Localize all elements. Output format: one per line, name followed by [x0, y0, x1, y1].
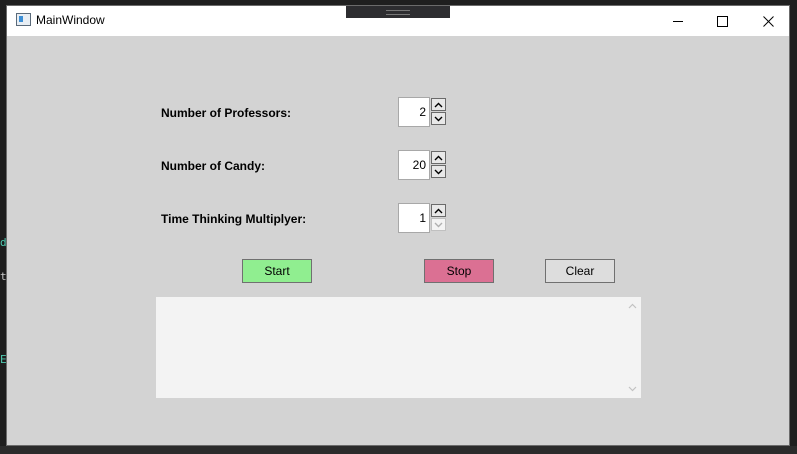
- main-window: MainWindow Number of Professors: 2 Numbe…: [6, 5, 790, 446]
- candy-stepper: 20: [398, 150, 448, 180]
- candy-decrement-button[interactable]: [431, 165, 446, 178]
- multiplier-increment-button[interactable]: [431, 204, 446, 217]
- scroll-up-icon[interactable]: [628, 303, 637, 309]
- candy-input[interactable]: 20: [398, 150, 430, 180]
- candy-label: Number of Candy:: [161, 159, 266, 173]
- scroll-down-icon[interactable]: [628, 386, 637, 392]
- clear-button[interactable]: Clear: [545, 259, 615, 283]
- stop-button[interactable]: Stop: [424, 259, 494, 283]
- chevron-down-icon: [434, 169, 443, 174]
- minimize-button[interactable]: [655, 6, 701, 36]
- professors-input[interactable]: 2: [398, 97, 430, 127]
- close-icon: [762, 15, 774, 27]
- start-button[interactable]: Start: [242, 259, 312, 283]
- window-app-icon: [16, 13, 31, 26]
- chevron-down-icon: [434, 116, 443, 121]
- minimize-icon: [673, 20, 683, 22]
- taskbar-strip: [0, 446, 797, 454]
- multiplier-stepper: 1: [398, 203, 448, 233]
- maximize-button[interactable]: [699, 6, 745, 36]
- close-button[interactable]: [745, 6, 791, 36]
- chevron-down-icon: [434, 222, 443, 227]
- professors-label: Number of Professors:: [161, 106, 292, 120]
- professors-decrement-button[interactable]: [431, 112, 446, 125]
- professors-stepper: 2: [398, 97, 448, 127]
- output-textbox[interactable]: [156, 297, 641, 398]
- output-scrollbar[interactable]: [624, 297, 641, 398]
- professors-increment-button[interactable]: [431, 98, 446, 111]
- window-title: MainWindow: [36, 13, 105, 27]
- chevron-up-icon: [434, 102, 443, 107]
- chevron-up-icon: [434, 208, 443, 213]
- multiplier-input[interactable]: 1: [398, 203, 430, 233]
- candy-increment-button[interactable]: [431, 151, 446, 164]
- chevron-up-icon: [434, 155, 443, 160]
- multiplier-decrement-button[interactable]: [431, 218, 446, 231]
- multiplier-label: Time Thinking Multiplyer:: [161, 212, 307, 226]
- maximize-icon: [716, 15, 728, 27]
- debug-toolbar-handle[interactable]: [346, 6, 450, 18]
